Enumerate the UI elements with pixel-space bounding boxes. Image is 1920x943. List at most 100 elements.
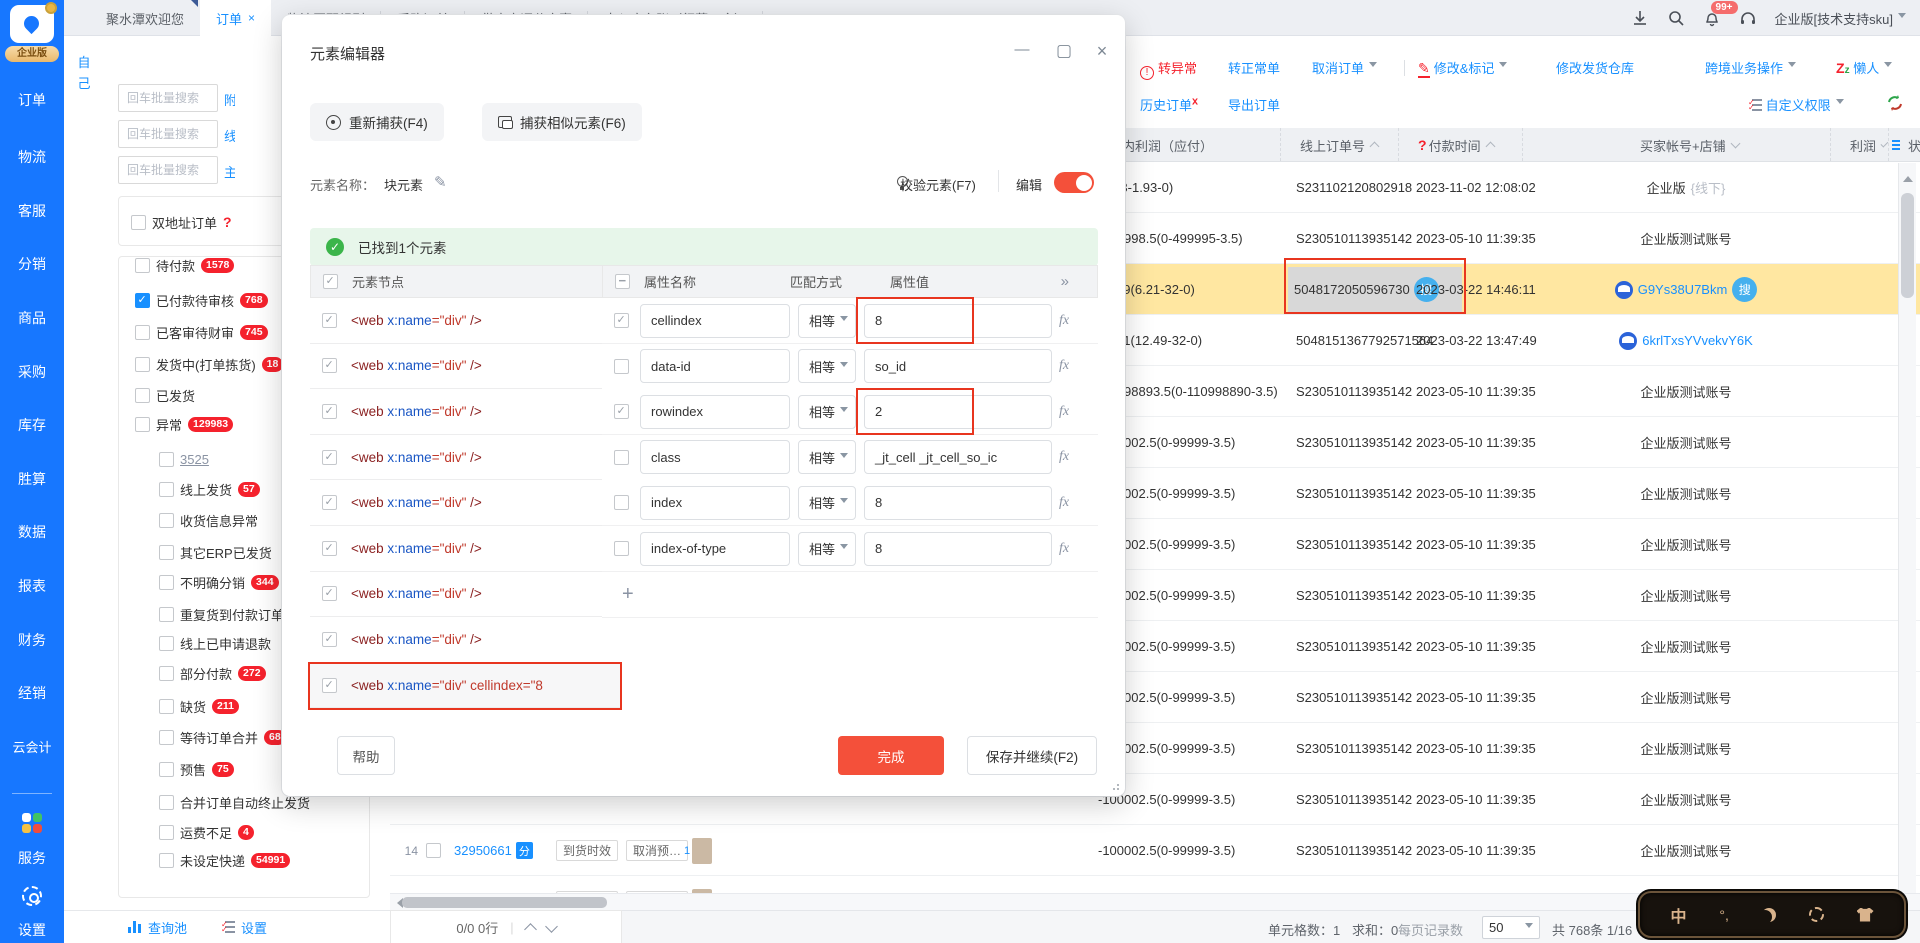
toolbar-历史订单[interactable]: 历史订单x (1140, 95, 1198, 114)
checkbox[interactable] (159, 606, 174, 622)
table-row-14[interactable]: 14 32950661 分到货时效 取消预… 1 -100002.5(0-99999-3.… (390, 825, 1920, 876)
node-row-4[interactable]: <web x:name="div" /> (310, 434, 620, 481)
toolbar-懒人[interactable]: Zz 懒人 (1836, 58, 1893, 77)
attr-checkbox[interactable] (614, 313, 629, 328)
filter-item-未设定快递[interactable]: 未设定快递 54991 (159, 849, 291, 871)
edit-toggle[interactable] (1054, 172, 1094, 193)
checkbox[interactable] (159, 794, 174, 810)
attr-name-input[interactable]: index-of-type (640, 531, 790, 566)
match-type-select[interactable]: 相等 (798, 303, 856, 338)
attr-name-input[interactable]: rowindex (640, 394, 790, 429)
checkbox[interactable] (159, 698, 174, 714)
scrollbar-thumb[interactable] (1901, 193, 1914, 298)
sidebar-item-5[interactable]: 商品 (0, 308, 64, 328)
column-header-内利润（应付）[interactable]: 内利润（应付） (1122, 128, 1316, 162)
checkbox[interactable] (159, 761, 174, 777)
scrollbar-thumb[interactable] (402, 897, 607, 908)
checkbox[interactable] (159, 665, 174, 681)
search-store-badge[interactable]: 搜 (1732, 277, 1758, 302)
attr-name-input[interactable]: cellindex (640, 303, 790, 338)
node-checkbox[interactable] (322, 495, 337, 511)
product-thumbnail[interactable]: 1 (684, 876, 713, 893)
sidebar-item-9[interactable]: 数据 (0, 522, 64, 542)
filter-item-不明确分销[interactable]: 不明确分销 344 (159, 571, 279, 593)
filter-item-缺货[interactable]: 缺货 211 (159, 695, 239, 717)
node-checkbox[interactable] (322, 631, 337, 647)
tab-2[interactable]: 订单 × (200, 0, 272, 36)
sidebar-item-10[interactable]: 报表 (0, 576, 64, 596)
filter-item-线上发货[interactable]: 线上发货 57 (159, 478, 260, 500)
node-row-2[interactable]: <web x:name="div" /> (310, 343, 620, 390)
checkbox[interactable] (159, 544, 174, 560)
buyer-link[interactable]: G9Ys38U7Bkm (1638, 282, 1728, 297)
sidebar-settings-icon[interactable] (0, 886, 64, 909)
node-checkbox[interactable] (322, 449, 337, 465)
checkbox[interactable] (159, 729, 174, 745)
buyer-link[interactable]: 6krlTxsYVvekvY6K (1642, 333, 1753, 348)
sidebar-item-8[interactable]: 胜算 (0, 469, 64, 489)
checkbox[interactable] (159, 481, 174, 497)
filter-dual-address[interactable]: 双地址订单 ? (131, 211, 232, 233)
fx-icon[interactable]: fx (1059, 449, 1069, 465)
sync-icon[interactable] (1886, 94, 1904, 115)
attr-select-all-checkbox[interactable] (615, 273, 630, 289)
sidebar-item-设置[interactable]: 设置 (0, 920, 64, 940)
batch-search-input[interactable]: 回车批量搜索 (118, 84, 218, 112)
checkbox[interactable] (135, 324, 150, 340)
done-button[interactable]: 完成 (838, 736, 944, 775)
checkbox[interactable] (159, 574, 174, 590)
checkbox[interactable] (135, 257, 150, 273)
filter-item-线上已申请退款[interactable]: 线上已申请退款 (159, 632, 271, 654)
column-menu-icon[interactable] (1892, 139, 1900, 151)
node-row-1[interactable]: <web x:name="div" /> (310, 298, 620, 344)
recapture-button[interactable]: 重新捕获(F4) (310, 103, 444, 141)
filter-item-其它ERP已发货[interactable]: 其它ERP已发货 (159, 541, 272, 563)
node-checkbox[interactable] (322, 540, 337, 556)
node-row-9[interactable]: <web x:name="div" cellindex="8 (310, 662, 620, 709)
close-tab-icon[interactable]: × (248, 11, 255, 25)
page-size-select[interactable]: 50 (1482, 916, 1540, 939)
toolbar-修改发货仓库[interactable]: 修改发货仓库 (1556, 58, 1634, 77)
verify-element-button[interactable]: 校验元素(F7) (900, 175, 976, 194)
column-header-状态[interactable]: 状态 (1908, 128, 1920, 162)
save-continue-button[interactable]: 保存并继续(F2) (967, 736, 1097, 775)
sidebar-item-2[interactable]: 物流 (0, 147, 64, 167)
row-checkbox[interactable] (426, 876, 441, 893)
checkbox[interactable] (135, 416, 150, 432)
node-row-6[interactable]: <web x:name="div" /> (310, 526, 620, 572)
link-fragment[interactable]: 附 (224, 90, 235, 108)
edit-name-icon[interactable] (434, 173, 447, 191)
help-button[interactable]: 帮助 (337, 736, 395, 775)
moon-icon[interactable] (1762, 908, 1776, 922)
toolbar-转异常[interactable]: ! 转异常 (1140, 58, 1197, 80)
match-type-select[interactable]: 相等 (798, 485, 856, 520)
link-fragment[interactable]: 线 (224, 126, 235, 144)
filter-item-发货中(打单拣货)[interactable]: 发货中(打单拣货) 18 (135, 353, 284, 375)
match-type-select[interactable]: 相等 (798, 440, 856, 475)
attr-value-input[interactable]: 2 (864, 394, 1052, 429)
toolbar-修改&标记[interactable]: ✎ 修改&标记 (1418, 58, 1508, 78)
sidebar-item-4[interactable]: 分销 (0, 254, 64, 274)
node-checkbox[interactable] (322, 358, 337, 374)
filter-item-已发货[interactable]: 已发货 (135, 384, 195, 406)
sidebar-item-7[interactable]: 库存 (0, 415, 64, 435)
filter-item-等待订单合并[interactable]: 等待订单合并 68 (159, 726, 286, 748)
gear-icon[interactable] (1808, 907, 1824, 922)
link-fragment[interactable]: 主 (224, 162, 235, 180)
vertical-scrollbar[interactable] (1898, 163, 1916, 893)
sidebar-services-icon[interactable] (0, 812, 64, 837)
query-pool-button[interactable]: 查询池 (128, 918, 187, 937)
capture-similar-button[interactable]: 捕获相似元素(F6) (482, 103, 642, 141)
attr-value-input[interactable]: so_id (864, 349, 1052, 384)
attr-name-input[interactable]: data-id (640, 349, 790, 384)
help-icon[interactable]: ? (223, 214, 232, 230)
node-row-7[interactable]: <web x:name="div" /> (310, 571, 620, 618)
attr-name-input[interactable]: class (640, 440, 790, 475)
sidebar-item-3[interactable]: 客服 (0, 201, 64, 221)
attr-checkbox[interactable] (614, 404, 629, 420)
column-header-付款时间[interactable]: ? 付款时间 (1418, 128, 1534, 162)
download-icon[interactable] (1631, 9, 1649, 27)
product-thumbnail[interactable]: 1 (684, 825, 713, 876)
prev-row-icon[interactable] (523, 922, 537, 936)
toolbar-自定义权限[interactable]: ✓ ✓ 自定义权限 (1748, 95, 1844, 114)
